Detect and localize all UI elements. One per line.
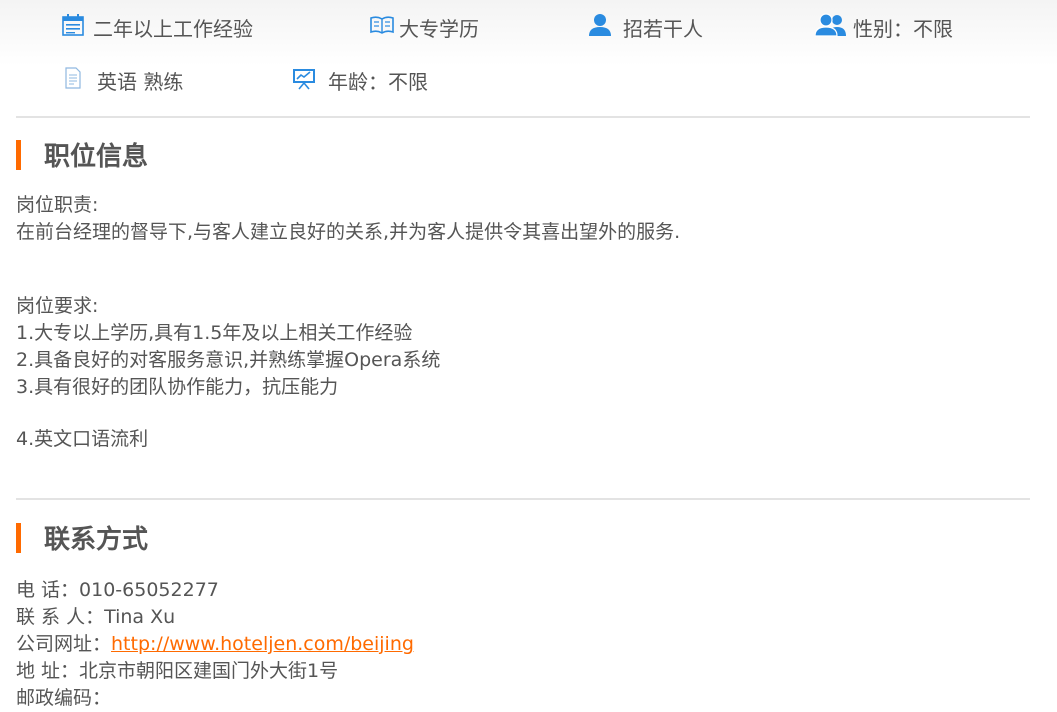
tag-age-text: 年龄：不限 [328, 70, 428, 94]
tag-experience: 二年以上工作经验 [61, 13, 253, 42]
duties-text: 在前台经理的督导下,与客人建立良好的关系,并为客人提供令其喜出望外的服务. [16, 221, 681, 243]
address-label: 地 址： [16, 660, 80, 682]
user-icon [589, 13, 611, 42]
address-value: 北京市朝阳区建国门外大街1号 [79, 660, 339, 682]
contact-label: 联 系 人： [16, 606, 105, 628]
tag-education: 大专学历 [369, 13, 479, 42]
contact-person-row: 联 系 人：Tina Xu [16, 602, 175, 629]
tag-headcount-text: 招若干人 [623, 17, 703, 41]
users-icon [814, 13, 847, 42]
contact-phone-row: 电 话：010-65052277 [16, 575, 219, 602]
divider [16, 498, 1030, 500]
section-job-info: 职位信息 [16, 136, 148, 173]
phone-value: 010-65052277 [79, 579, 219, 601]
requirement-item: 3.具有很好的团队协作能力，抗压能力 [16, 376, 339, 398]
contact-postcode-row: 邮政编码： [16, 683, 111, 710]
tag-education-text: 大专学历 [399, 17, 479, 41]
tag-language-text: 英语 熟练 [97, 70, 184, 94]
requirement-item: 1.大专以上学历,具有1.5年及以上相关工作经验 [16, 322, 413, 344]
section-accent-bar [16, 139, 21, 170]
presentation-icon [292, 66, 316, 95]
tag-gender-text: 性别：不限 [853, 17, 953, 41]
tag-experience-text: 二年以上工作经验 [93, 17, 253, 41]
contact-value: Tina Xu [104, 606, 176, 628]
requirement-item: 4.英文口语流利 [16, 428, 149, 450]
website-link[interactable]: http://www.hoteljen.com/beijing [111, 633, 414, 655]
tag-language: 英语 熟练 [64, 66, 183, 95]
book-icon [369, 13, 395, 42]
document-icon [64, 67, 82, 94]
tag-age: 年龄：不限 [292, 66, 428, 95]
tag-gender: 性别：不限 [814, 13, 953, 42]
duties-label: 岗位职责: [16, 194, 99, 216]
section-title: 联系方式 [44, 525, 149, 555]
section-contact: 联系方式 [16, 519, 148, 556]
requirement-item: 2.具备良好的对客服务意识,并熟练掌握Opera系统 [16, 349, 441, 371]
section-title: 职位信息 [44, 142, 149, 172]
postcode-label: 邮政编码： [16, 687, 112, 709]
website-label: 公司网址： [16, 633, 112, 655]
calendar-icon [61, 13, 85, 42]
divider [16, 116, 1030, 118]
section-accent-bar [16, 522, 21, 553]
tag-headcount: 招若干人 [589, 13, 703, 42]
contact-address-row: 地 址：北京市朝阳区建国门外大街1号 [16, 656, 338, 683]
requirements-label: 岗位要求: [16, 295, 99, 317]
phone-label: 电 话： [16, 579, 80, 601]
contact-website-row: 公司网址：http://www.hoteljen.com/beijing [16, 629, 414, 656]
